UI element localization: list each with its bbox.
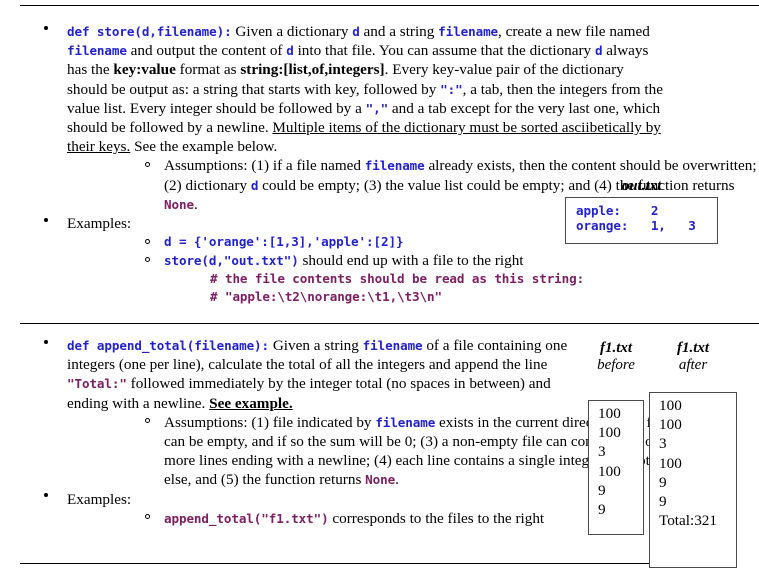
store-text-4: and output the content of	[126, 42, 287, 60]
f1-after-total-line: Total:321	[659, 512, 717, 530]
store-description: def store(d,filename): Given a dictionar…	[67, 22, 667, 156]
store-format-bold: string:[list,of,integers]	[240, 61, 385, 79]
store-arg-filename-1: filename	[438, 24, 499, 39]
bullet-icon	[44, 217, 48, 222]
section-store: def store(d,filename): Given a dictionar…	[0, 22, 759, 306]
f1-after-filename: f1.txt	[676, 340, 710, 356]
f1-before-line: 3	[598, 443, 606, 461]
sub-bullet-icon	[145, 514, 150, 520]
append-examples-label: Examples:	[67, 490, 132, 508]
f1-after-line: 3	[659, 435, 667, 453]
append-assumptions-text-1: Assumptions: (1) file indicated by	[164, 413, 376, 431]
sub-bullet-icon	[145, 418, 150, 424]
append-example-call: append_total("f1.txt")	[164, 510, 329, 526]
f1-before-line: 100	[598, 424, 621, 442]
f1-after-line: 100	[659, 397, 682, 414]
f1-after-line: 9	[659, 493, 667, 511]
store-bullet-list: def store(d,filename): Given a dictionar…	[0, 22, 759, 306]
store-assumptions-filename: filename	[364, 158, 425, 174]
sub-bullet-icon	[145, 161, 150, 167]
f1-after-caption: f1.txt after	[649, 340, 737, 374]
out-txt-file-box: apple: 2 orange: 1, 3	[565, 197, 718, 244]
divider-middle	[20, 323, 759, 324]
f1-before-file-box: 100 100 3 100 9 9	[588, 400, 644, 535]
f1-before-line: 9	[598, 481, 606, 499]
f1-after-line: 100	[659, 416, 682, 434]
append-assumptions-filename: filename	[375, 414, 436, 430]
append-total-literal: "Total:"	[67, 376, 127, 392]
append-assumptions-none: None	[365, 472, 396, 488]
store-example-call-tail: should end up with a file to the right	[298, 252, 524, 270]
out-txt-row: orange: 1, 3	[576, 218, 696, 233]
divider-bottom	[20, 563, 656, 564]
f1-after-line: 9	[659, 473, 667, 491]
sub-bullet-icon	[145, 256, 150, 262]
append-example-call-tail: corresponds to the files to the right	[328, 509, 545, 527]
f1-before-line: 100	[598, 405, 621, 422]
f1-before-line: 9	[598, 501, 606, 519]
bullet-icon	[44, 493, 48, 498]
f1-before-line: 100	[598, 462, 621, 480]
store-text-3: , create a new file named	[498, 23, 650, 40]
append-arg-filename: filename	[362, 338, 423, 353]
store-signature: def store(d,filename):	[67, 24, 232, 39]
f1-after-file-box: 100 100 3 100 9 9 Total:321	[649, 392, 737, 568]
out-txt-row: apple: 2	[576, 203, 659, 218]
section-append-total: def append_total(filename): Given a stri…	[0, 336, 759, 528]
append-examples-bullet: Examples: append_total("f1.txt") corresp…	[0, 490, 759, 528]
divider-top	[20, 5, 759, 6]
f1-after-state: after	[678, 357, 708, 373]
append-text-1: Given a string	[269, 337, 363, 354]
out-txt-caption: out.txt	[621, 178, 662, 194]
store-arg-d-1: d	[352, 24, 360, 39]
store-arg-filename-2: filename	[67, 43, 127, 59]
store-assumptions-text-1: Assumptions: (1) if a file named	[164, 157, 365, 175]
f1-before-caption: f1.txt before	[588, 340, 644, 374]
append-description: def append_total(filename): Given a stri…	[67, 336, 582, 413]
append-text-3: followed immediately by the integer tota…	[67, 375, 551, 412]
store-text-11: See the example below.	[130, 138, 278, 156]
store-keyvalue-bold: key:value	[113, 61, 176, 79]
append-assumptions-text-3: .	[395, 471, 399, 489]
store-text-1: Given a dictionary	[231, 23, 353, 40]
store-comment-1: # the file contents should be read as th…	[210, 271, 585, 287]
append-signature: def append_total(filename):	[67, 338, 270, 353]
store-example-call-line: store(d,"out.txt") should end up with a …	[164, 251, 759, 270]
sub-bullet-icon	[145, 238, 150, 244]
store-example-call-item: store(d,"out.txt") should end up with a …	[129, 251, 759, 306]
store-examples-list: d = {'orange':[1,3],'apple':[2]} store(d…	[129, 233, 759, 306]
store-assumptions-text-4: .	[193, 195, 198, 213]
bullet-icon	[44, 25, 48, 30]
store-comma-literal: ","	[365, 100, 389, 116]
f1-before-state: before	[597, 357, 635, 373]
store-text-7: format as	[175, 61, 241, 79]
document-page: def store(d,filename): Given a dictionar…	[0, 0, 759, 575]
bullet-icon	[44, 339, 48, 344]
store-text-5: into that file. You can assume that the …	[293, 42, 595, 60]
store-text-2: and a string	[359, 23, 439, 40]
store-example-call: store(d,"out.txt")	[164, 253, 299, 269]
store-assumptions-none: None	[164, 196, 194, 212]
f1-before-filename: f1.txt	[599, 340, 633, 356]
append-bullet-list: def append_total(filename): Given a stri…	[0, 336, 759, 528]
append-see-example: See example.	[209, 394, 293, 412]
store-comment-2: # "apple:\t2\norange:\t1,\t3\n"	[210, 289, 442, 305]
store-arg-d-2: d	[286, 43, 294, 59]
store-example-call-body: store(d,"out.txt") should end up with a …	[164, 251, 759, 306]
append-main-bullet: def append_total(filename): Given a stri…	[0, 336, 759, 490]
store-colon-literal: ":"	[440, 81, 463, 97]
f1-after-line: 100	[659, 454, 682, 472]
